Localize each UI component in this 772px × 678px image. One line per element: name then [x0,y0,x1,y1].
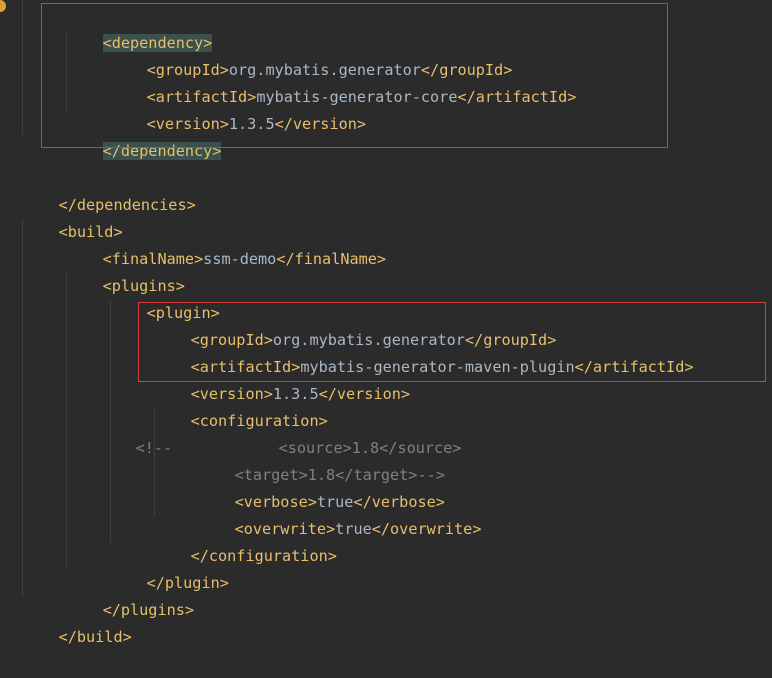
code-line[interactable]: <build> [22,192,123,241]
code-line[interactable]: <plugins> [66,246,185,295]
xml-text: true [335,520,372,538]
code-line[interactable]: </configuration> [154,516,337,565]
code-line[interactable]: <plugin> [110,273,220,322]
xml-text: ssm-demo [203,250,277,268]
xml-tag: </finalName> [276,250,387,268]
code-line[interactable]: <configuration> [154,381,328,430]
code-line[interactable]: <verbose>true</verbose> [198,462,445,511]
code-line[interactable]: <source>1.8</source> [242,408,462,457]
xml-tag: </overwrite> [371,520,482,538]
code-line[interactable]: <overwrite>true</overwrite> [198,489,482,538]
indent-guide [22,0,23,135]
code-line[interactable]: <finalName>ssm-demo</finalName> [66,219,386,268]
xml-tag: </build> [58,628,132,646]
code-line[interactable]: </plugin> [110,543,229,592]
indent-guide [22,219,23,597]
code-line[interactable]: </build> [22,597,132,646]
xml-comment: <!-- [135,439,173,457]
intention-bulb-icon[interactable] [0,0,6,12]
annotation-box-plugin [138,302,766,382]
code-line[interactable]: <!-- [99,408,173,457]
xml-tag: </version> [318,385,411,403]
annotation-box-dependency [41,3,668,148]
code-line[interactable]: <target>1.8</target>--> [198,435,445,484]
code-line[interactable]: </dependencies> [22,165,196,214]
code-line[interactable]: </plugins> [66,570,194,619]
code-editor[interactable]: <dependency> <groupId>org.mybatis.genera… [0,0,772,646]
